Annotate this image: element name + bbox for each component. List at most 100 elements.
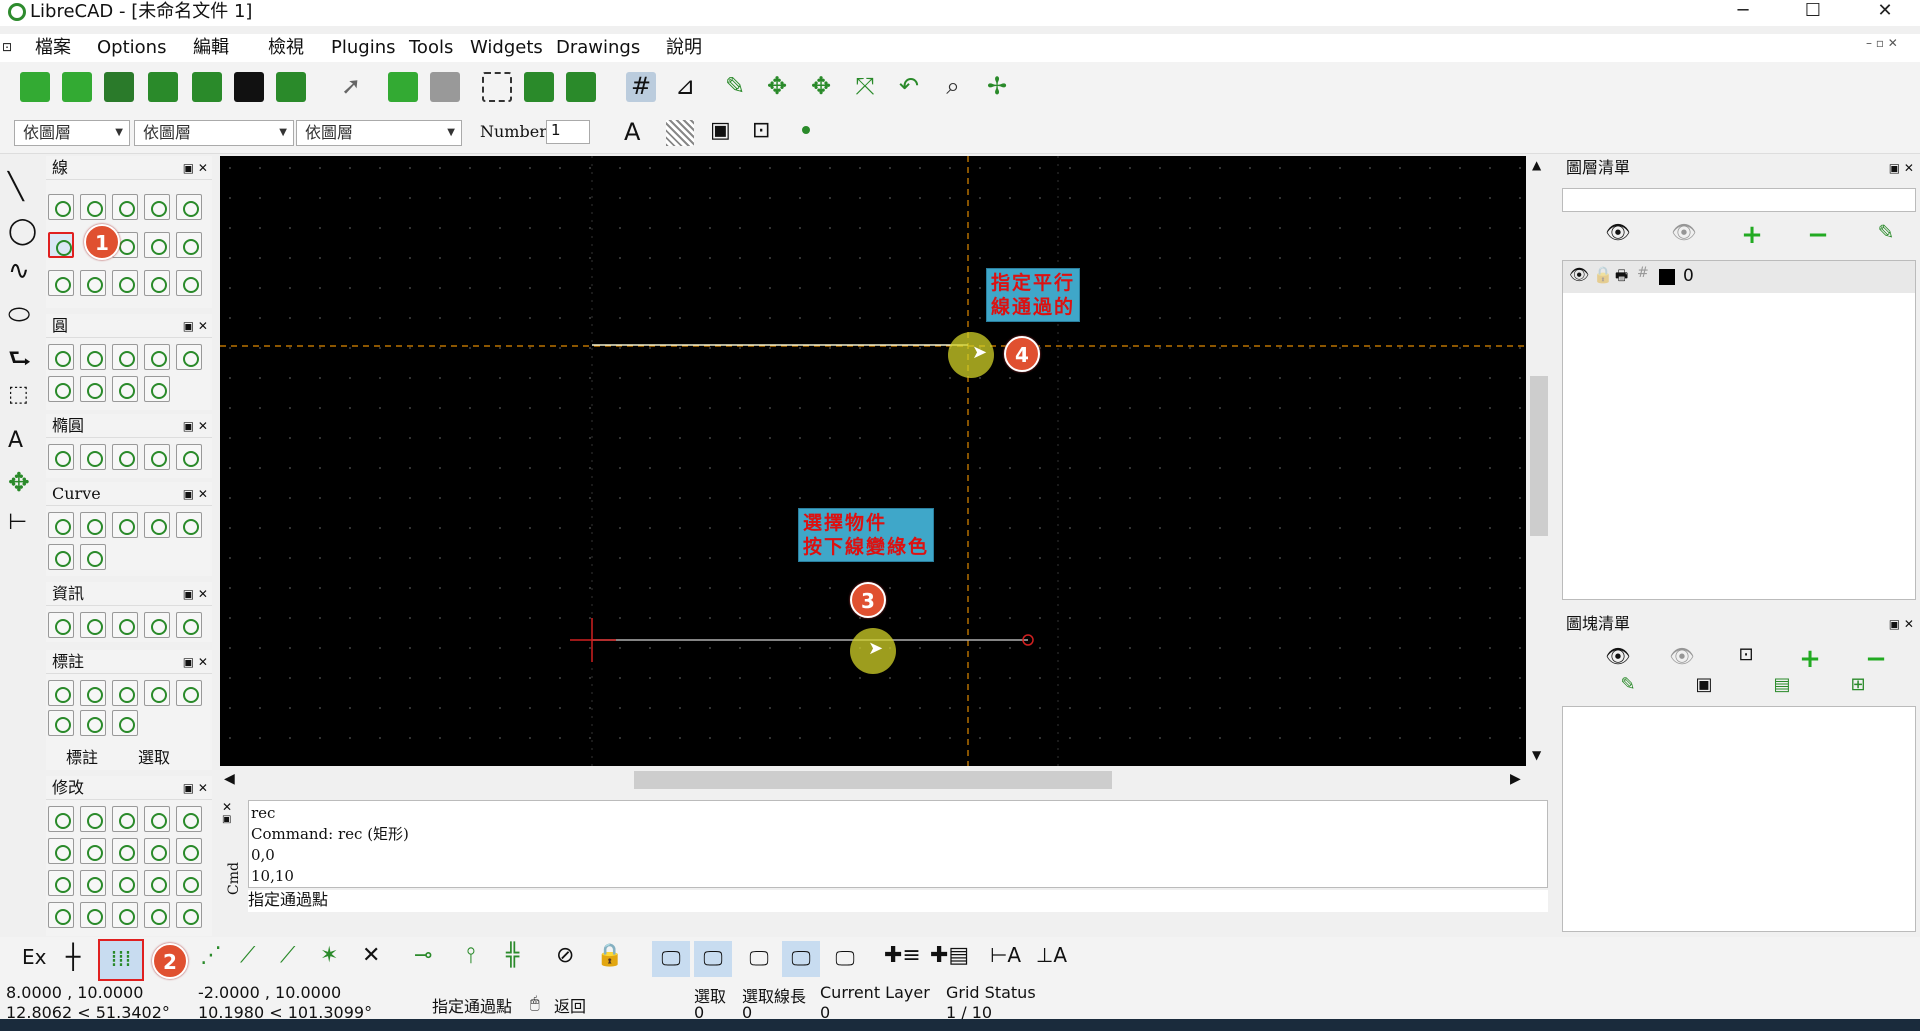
circle-center-button[interactable] (48, 344, 74, 370)
save-icon[interactable] (148, 72, 178, 102)
modify-bevel-button[interactable] (176, 838, 202, 864)
add-block-quick-icon[interactable]: ✚▤ (930, 943, 969, 968)
grid-toggle-icon[interactable]: # (626, 72, 656, 102)
info-area-button[interactable] (176, 612, 202, 638)
scroll-down-icon[interactable]: ▼ (1532, 748, 1541, 762)
line-horizontal-button[interactable] (112, 194, 138, 220)
layer-print-icon[interactable]: 🖶 (1615, 265, 1628, 289)
layer-row[interactable]: 👁 🔒 🖶 # 0 (1563, 261, 1915, 293)
print-icon[interactable] (234, 72, 264, 102)
insert-block-icon[interactable]: ⊞ (1844, 674, 1872, 702)
scroll-up-icon[interactable]: ▲ (1532, 158, 1541, 172)
layer-construction-icon[interactable]: # (1637, 265, 1649, 281)
minimize-button[interactable]: ─ (1720, 0, 1766, 24)
vscroll-thumb[interactable] (1530, 376, 1548, 536)
linetype-combo[interactable]: 依圖層 ▼ (134, 120, 294, 146)
line-vertical-button[interactable] (144, 194, 170, 220)
modify-stretch-button[interactable] (144, 870, 170, 896)
tab-dimension[interactable]: 標註 (66, 744, 98, 768)
image-icon[interactable]: ▣ (710, 118, 731, 143)
ellipse-axis-button[interactable] (48, 444, 74, 470)
tangent-cc-button[interactable] (176, 232, 202, 258)
spline-points-button[interactable] (176, 512, 202, 538)
arc-tangent-button[interactable] (112, 512, 138, 538)
line-angle-button[interactable] (80, 194, 106, 220)
menu-view[interactable]: 檢視 (268, 34, 304, 62)
circle-tan1-button[interactable] (112, 376, 138, 402)
print-preview-icon[interactable] (276, 72, 306, 102)
modify-rotate-button[interactable] (80, 806, 106, 832)
menu-plugins[interactable]: Plugins (331, 34, 395, 62)
hide-all-layers-icon[interactable]: 👁 (1670, 220, 1698, 248)
modify-divide-button[interactable] (112, 870, 138, 896)
polygon-corner-button[interactable] (176, 270, 202, 296)
block-edit-entity-icon[interactable]: ▣ (1690, 674, 1718, 702)
relative-zero-icon[interactable]: ⊘ (556, 943, 574, 968)
snap-intersection-icon[interactable]: ✕ (362, 943, 380, 968)
modify-delete-button[interactable] (80, 902, 106, 928)
modify-attributes-button[interactable] (48, 902, 74, 928)
restrict-horizontal-icon[interactable]: ⊸ (414, 943, 432, 968)
command-dock-close-icon[interactable]: ✕ (222, 800, 246, 814)
redo-icon[interactable] (430, 72, 460, 102)
info-distance-button[interactable] (48, 612, 74, 638)
circle-tan2p-button[interactable] (144, 376, 170, 402)
undo-icon[interactable] (388, 72, 418, 102)
restrict-vertical-icon[interactable]: ⫯ (466, 943, 476, 968)
modify-scale-button[interactable] (112, 806, 138, 832)
modify-move-button[interactable] (48, 806, 74, 832)
layer-visible-icon[interactable]: 👁 (1569, 265, 1589, 284)
circle-3p-button[interactable] (112, 344, 138, 370)
zoom-window-icon[interactable]: ⌕ (938, 72, 968, 102)
zoom-pan-icon[interactable]: ✢ (982, 72, 1012, 102)
dim-aligned-button[interactable] (48, 680, 74, 706)
view-monitor-1-icon[interactable]: 🖵 (652, 941, 690, 977)
arc-center-button[interactable] (48, 512, 74, 538)
exclusive-snap-toggle[interactable]: Ex (22, 945, 46, 969)
cut-icon[interactable] (482, 72, 512, 102)
dim-horizontal-quick-icon[interactable]: ⊢A (990, 943, 1021, 967)
dim-linear-button[interactable] (80, 680, 106, 706)
ellipse-foci-button[interactable] (112, 444, 138, 470)
menu-edit[interactable]: 編輯 (193, 34, 229, 62)
dim-horizontal-button[interactable] (112, 680, 138, 706)
paste-icon[interactable] (566, 72, 596, 102)
save-block-icon[interactable]: ▤ (1768, 674, 1796, 702)
add-block-icon[interactable]: + (1796, 644, 1824, 674)
modify-trim2-button[interactable] (112, 838, 138, 864)
redraw-icon[interactable]: ✎ (720, 72, 750, 102)
perpendicular-button[interactable] (80, 270, 106, 296)
scroll-right-icon[interactable]: ▶ (1510, 771, 1521, 787)
copy-icon[interactable] (524, 72, 554, 102)
select-tool-icon[interactable]: ⬚ (8, 382, 40, 414)
scroll-left-icon[interactable]: ◀ (224, 771, 235, 787)
snap-middle-icon[interactable]: ✶ (320, 943, 338, 968)
block-icon[interactable]: ⊡ (752, 118, 770, 143)
tangent-pc-button[interactable] (144, 232, 170, 258)
view-monitor-3-icon[interactable]: 🖵 (740, 941, 778, 977)
circle-inscribe-button[interactable] (176, 344, 202, 370)
modify-mirror-button[interactable] (144, 806, 170, 832)
command-input[interactable]: 指定通過點 (248, 890, 1548, 912)
show-all-layers-icon[interactable]: 👁 (1604, 220, 1632, 248)
modify-move-rotate-button[interactable] (176, 806, 202, 832)
view-monitor-2-icon[interactable]: 🖵 (694, 941, 732, 977)
dim-vertical-button[interactable] (144, 680, 170, 706)
arc-3p-button[interactable] (80, 512, 106, 538)
hscroll-thumb[interactable] (634, 771, 1112, 789)
hide-all-blocks-icon[interactable]: 👁 (1668, 644, 1696, 672)
menu-options[interactable]: Options (97, 34, 166, 62)
modify-entity-text-button[interactable] (176, 902, 202, 928)
linewidth-combo[interactable]: 依圖層 ▼ (296, 120, 462, 146)
modify-tool-icon[interactable]: ✥ (8, 468, 40, 500)
dim-vertical-quick-icon[interactable]: ⊥A (1036, 943, 1067, 967)
polygon-center-button[interactable] (144, 270, 170, 296)
system-menu-icon[interactable]: ⊡ (2, 40, 12, 54)
lock-relative-zero-icon[interactable]: 🔒 (596, 943, 623, 968)
edit-layer-icon[interactable]: ✎ (1872, 220, 1900, 248)
zoom-in-icon[interactable]: ✥ (762, 72, 792, 102)
close-button[interactable]: ✕ (1862, 0, 1908, 24)
parabola-button[interactable] (80, 544, 106, 570)
layer-lock-icon[interactable]: 🔒 (1593, 265, 1613, 284)
menu-drawings[interactable]: Drawings (556, 34, 640, 62)
